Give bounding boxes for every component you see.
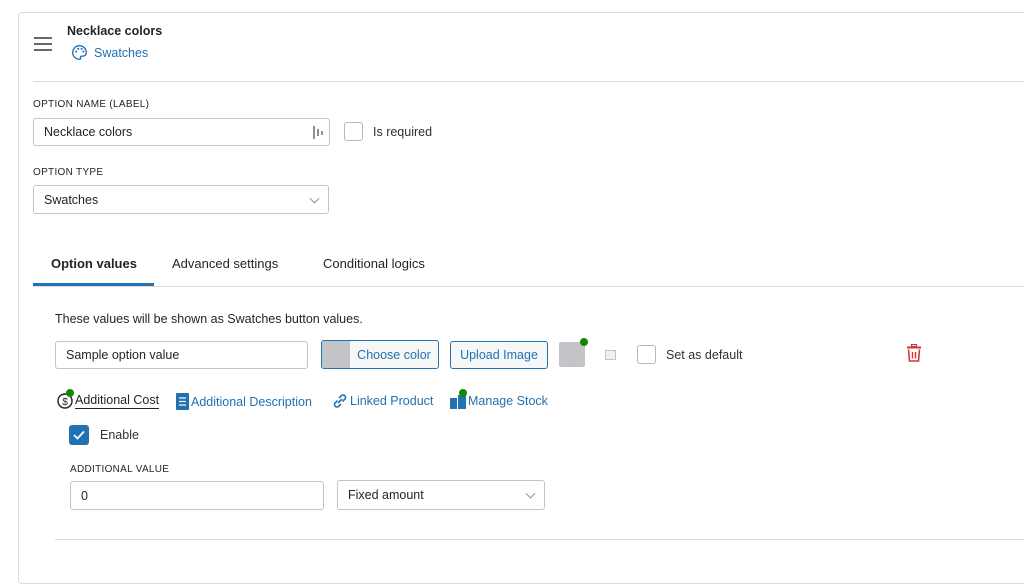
set-default-checkbox[interactable] [637, 345, 656, 364]
link-icon [333, 394, 347, 408]
choose-color-button[interactable]: Choose color [321, 340, 439, 369]
option-type-label: OPTION TYPE [33, 167, 104, 178]
sub-tab-linked-product-label: Linked Product [350, 394, 434, 408]
additional-value-text: 0 [81, 488, 88, 503]
enable-checkbox[interactable] [69, 425, 89, 445]
tabs-divider [33, 286, 1024, 287]
indicator-dot-icon [459, 389, 467, 397]
chevron-down-icon [525, 488, 536, 499]
additional-value-label: ADDITIONAL VALUE [70, 464, 170, 475]
sub-tab-manage-stock[interactable]: Manage Stock [450, 389, 548, 409]
option-type-summary: Swatches [71, 44, 148, 61]
option-value-input[interactable]: Sample option value [55, 341, 308, 369]
additional-value-input[interactable]: 0 [70, 481, 324, 510]
option-value-text: Sample option value [66, 348, 180, 362]
chevron-down-icon [309, 193, 320, 204]
cost-type-value: Fixed amount [348, 488, 424, 502]
option-name-value: Necklace colors [44, 125, 133, 139]
tab-conditional-logics[interactable]: Conditional logics [323, 256, 425, 271]
image-placeholder-icon [605, 350, 616, 360]
tab-advanced-settings[interactable]: Advanced settings [172, 256, 278, 271]
status-dot-icon [580, 338, 588, 346]
sub-tab-linked-product[interactable]: Linked Product [332, 393, 433, 409]
is-required-label: Is required [373, 125, 433, 139]
is-required-checkbox[interactable] [344, 122, 363, 141]
color-swatch [322, 341, 350, 368]
option-type-summary-label: Swatches [94, 45, 149, 60]
sub-tab-additional-description[interactable]: Additional Description [176, 393, 312, 410]
trash-icon[interactable] [906, 344, 922, 362]
option-type-value: Swatches [44, 192, 99, 207]
sub-tab-manage-stock-label: Manage Stock [468, 394, 548, 408]
values-note: These values will be shown as Swatches b… [55, 312, 363, 326]
set-default-label: Set as default [666, 348, 743, 362]
active-tab-indicator [33, 283, 154, 286]
drag-handle-icon[interactable] [34, 37, 52, 51]
sub-tab-additional-description-label: Additional Description [191, 394, 312, 409]
upload-image-button[interactable]: Upload Image [450, 341, 548, 369]
header-divider [33, 81, 1024, 82]
cost-type-select[interactable]: Fixed amount [337, 480, 545, 510]
palette-icon [72, 45, 87, 60]
tab-option-values[interactable]: Option values [51, 256, 137, 271]
option-name-label: OPTION NAME (LABEL) [33, 99, 150, 110]
checkmark-icon [73, 430, 85, 440]
sub-tab-additional-cost-label: Additional Cost [75, 393, 160, 409]
section-divider [55, 539, 1024, 540]
choose-color-label: Choose color [357, 347, 431, 362]
document-icon [176, 393, 189, 410]
translate-icon[interactable] [313, 126, 323, 139]
option-title: Necklace colors [67, 24, 163, 38]
sub-tab-additional-cost[interactable]: $ Additional Cost [57, 389, 160, 409]
swatch-preview [559, 342, 585, 367]
option-name-input[interactable]: Necklace colors [33, 118, 330, 146]
option-type-select[interactable]: Swatches [33, 185, 329, 214]
enable-label: Enable [100, 428, 139, 442]
indicator-dot-icon [66, 389, 74, 397]
svg-text:$: $ [62, 397, 68, 408]
